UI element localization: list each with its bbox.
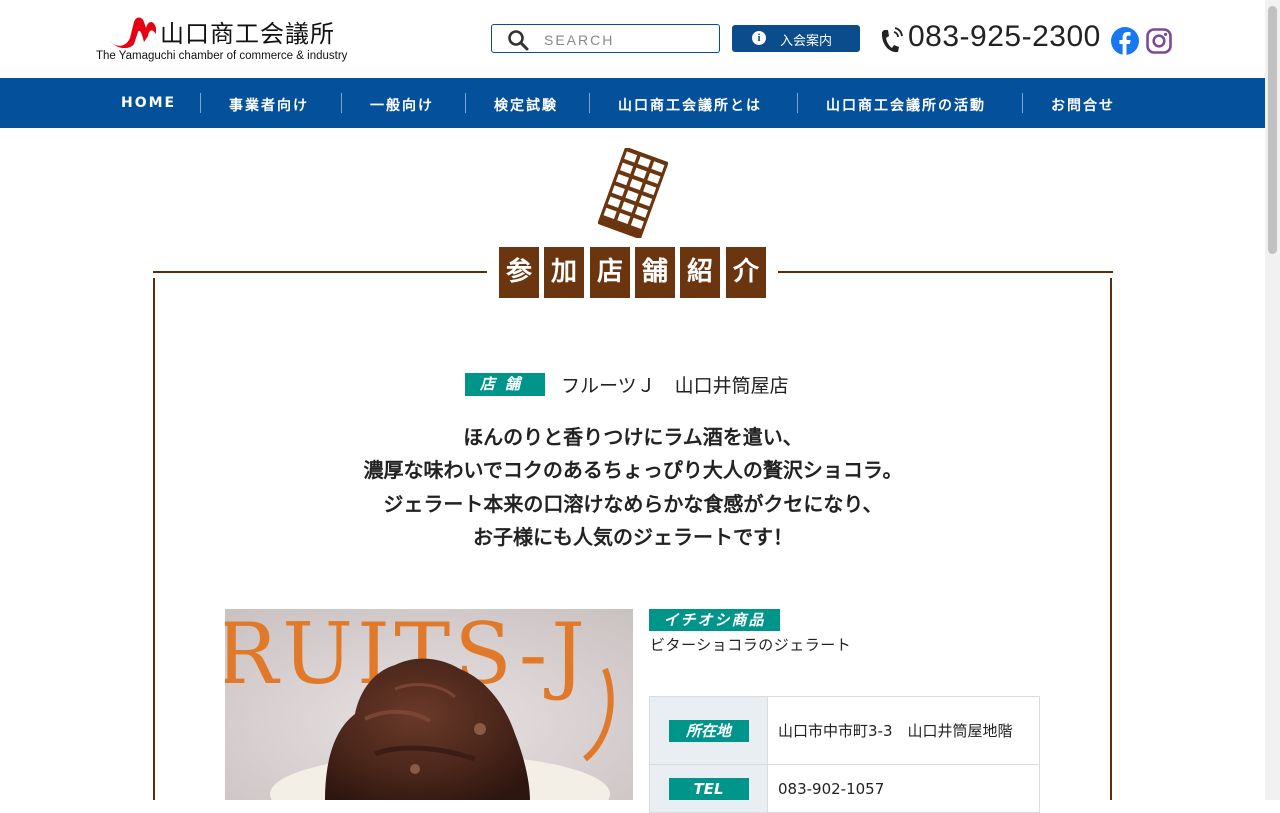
- shop-name: フルーツＪ 山口井筒屋店: [561, 375, 789, 397]
- section-title-char: 参: [499, 247, 539, 298]
- join-button[interactable]: i 入会案内: [732, 25, 860, 52]
- instagram-icon[interactable]: [1145, 27, 1173, 55]
- scrollbar[interactable]: [1265, 0, 1280, 800]
- main-nav: HOME 事業者向け 一般向け 検定試験 山口商工会議所とは 山口商工会議所の活…: [0, 78, 1265, 128]
- nav-item-exam[interactable]: 検定試験: [494, 95, 558, 115]
- nav-divider: [465, 93, 466, 113]
- section-title-char: 紹: [680, 247, 720, 298]
- nav-item-contact[interactable]: お問合せ: [1051, 95, 1115, 115]
- product-photo: RUITS-J: [225, 609, 633, 800]
- shop-description-line: ほんのりと香りつけにラム酒を遣い、: [463, 425, 803, 449]
- nav-item-activities[interactable]: 山口商工会議所の活動: [826, 95, 986, 115]
- table-row: TEL 083-902-1057: [649, 764, 1040, 813]
- shop-description-line: ジェラート本来の口溶けなめらかな食感がクセになり、: [383, 492, 883, 516]
- search-box[interactable]: [491, 24, 720, 53]
- table-header-cell: TEL: [649, 764, 768, 813]
- nav-divider: [1022, 93, 1023, 113]
- info-icon: i: [752, 31, 766, 45]
- nav-item-business[interactable]: 事業者向け: [229, 95, 309, 115]
- shop-tag: 店舗: [465, 373, 545, 396]
- address-label: 所在地: [668, 719, 749, 742]
- section-title-char: 加: [544, 247, 584, 298]
- recommend-product-name: ビターショコラのジェラート: [650, 636, 852, 654]
- org-name-en: The Yamaguchi chamber of commerce & indu…: [96, 50, 348, 62]
- shop-description-line: お子様にも人気のジェラートです！: [473, 525, 793, 549]
- nav-item-general[interactable]: 一般向け: [370, 95, 434, 115]
- nav-item-home[interactable]: HOME: [121, 95, 176, 111]
- tel-label: TEL: [668, 777, 749, 800]
- nav-item-about[interactable]: 山口商工会議所とは: [618, 95, 762, 115]
- site-header: 山口商工会議所 The Yamaguchi chamber of commerc…: [0, 0, 1265, 78]
- table-header-cell: 所在地: [649, 696, 768, 765]
- nav-divider: [589, 93, 590, 113]
- join-button-label: 入会案内: [780, 34, 833, 49]
- scrollbar-thumb[interactable]: [1268, 6, 1277, 254]
- org-name[interactable]: 山口商工会議所: [160, 14, 335, 49]
- shop-description-line: 濃厚な味わいでコクのあるちょっぴり大人の贅沢ショコラ。: [363, 458, 903, 482]
- section-title-char: 介: [726, 247, 766, 298]
- frame-top-left: [153, 271, 487, 273]
- search-icon[interactable]: [507, 29, 529, 51]
- facebook-icon[interactable]: [1111, 27, 1139, 55]
- search-input[interactable]: [542, 29, 716, 51]
- phone-number[interactable]: 083-925-2300: [908, 20, 1101, 54]
- frame-top-right: [778, 271, 1113, 273]
- recommend-tag: イチオシ商品: [649, 609, 780, 631]
- nav-divider: [341, 93, 342, 113]
- section-title-char: 舗: [635, 247, 675, 298]
- table-row: 所在地 山口市中市町3-3 山口井筒屋地階: [649, 696, 1040, 765]
- phone-icon: [881, 27, 903, 53]
- shop-info-table: 所在地 山口市中市町3-3 山口井筒屋地階 TEL 083-902-1057: [649, 696, 1040, 813]
- logo-icon[interactable]: [108, 14, 156, 48]
- section-title-char: 店: [590, 247, 630, 298]
- nav-divider: [797, 93, 798, 113]
- chocolate-bar-icon: [598, 148, 668, 238]
- nav-divider: [200, 93, 201, 113]
- tel-value[interactable]: 083-902-1057: [767, 764, 1040, 813]
- address-value: 山口市中市町3-3 山口井筒屋地階: [767, 696, 1040, 765]
